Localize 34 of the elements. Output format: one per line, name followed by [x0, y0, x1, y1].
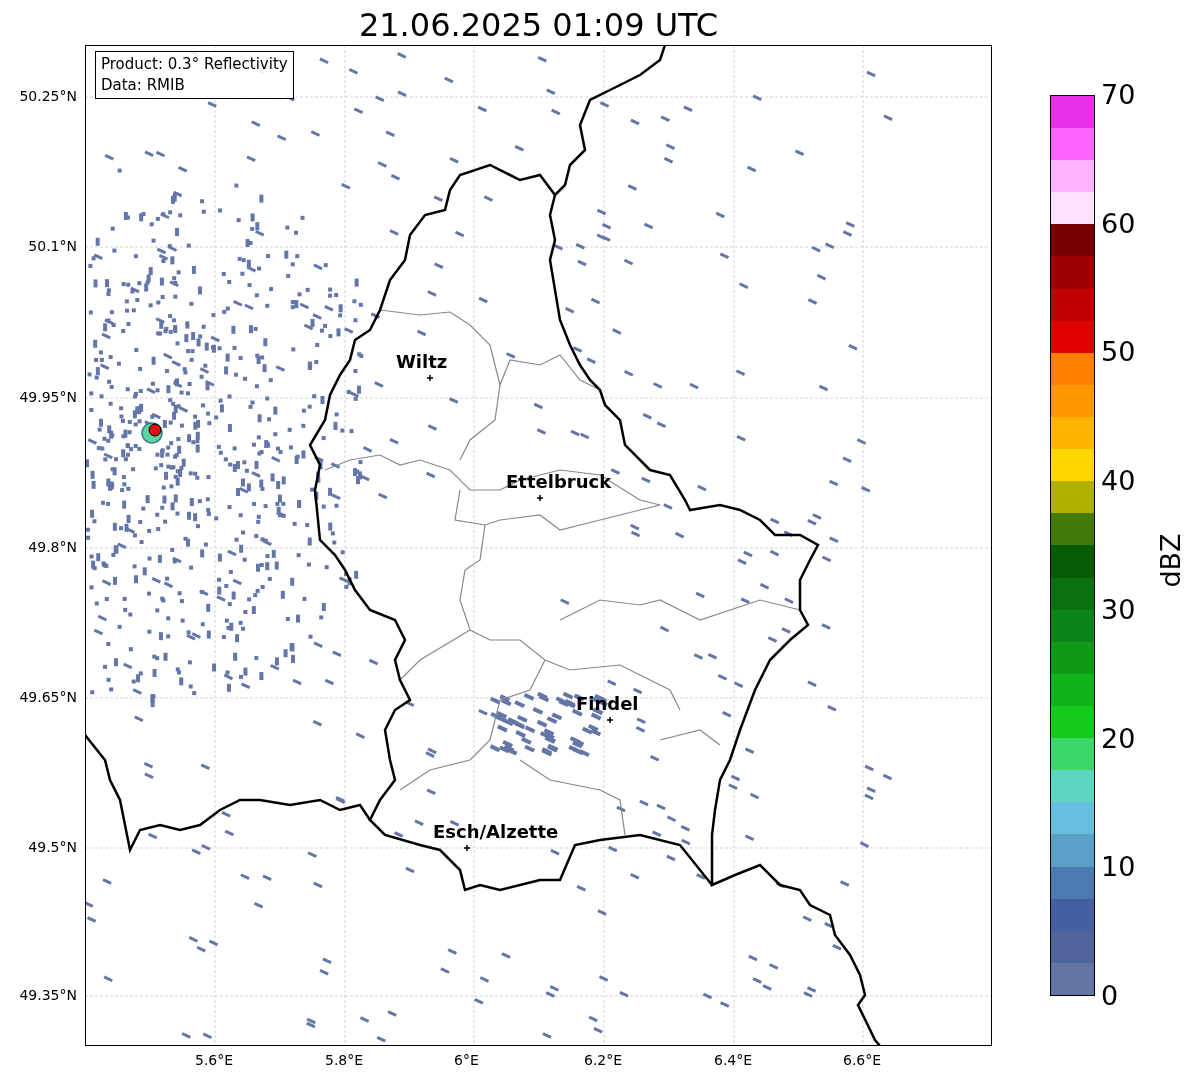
legend-text: Data: RMIB	[101, 75, 186, 96]
longitude-label: 5.6°E	[195, 1052, 234, 1068]
longitude-label: 6.6°E	[843, 1052, 882, 1068]
scale-tick-label: 60	[1101, 209, 1136, 237]
scale-unit-label: dBZ	[1154, 533, 1184, 588]
latitude-label: 50.25°N	[19, 88, 77, 104]
scale-tick-label: 10	[1101, 853, 1136, 881]
chart-title: 21.06.2025 01:09 UTC	[358, 9, 719, 45]
latitude-label: 49.35°N	[19, 987, 77, 1003]
city-label: Ettelbruck	[506, 471, 612, 492]
city-label: Findel	[576, 693, 639, 714]
radar-site-icon	[141, 422, 163, 444]
city-marker-icon	[606, 716, 614, 724]
city-label: Wiltz	[396, 351, 448, 372]
scale-tick-label: 70	[1101, 81, 1136, 108]
latitude-label: 49.5°N	[28, 839, 77, 855]
scale-tick-label: 30	[1101, 595, 1136, 623]
scale-tick-label: 40	[1101, 467, 1136, 495]
longitude-label: 5.8°E	[325, 1052, 364, 1068]
city-marker-icon	[536, 494, 544, 502]
longitude-label: 6.4°E	[714, 1052, 753, 1068]
city-label: Esch/Alzette	[433, 821, 559, 842]
city-marker-icon	[463, 844, 471, 852]
latitude-label: 49.8°N	[28, 539, 77, 555]
legend-text: Product: 0.3° Reflectivity	[101, 54, 288, 75]
scale-tick-label: 20	[1101, 724, 1136, 752]
scale-tick-label: 0	[1101, 982, 1119, 1009]
latitude-label: 49.95°N	[19, 389, 77, 405]
scale-tick-label: 50	[1101, 338, 1136, 366]
longitude-label: 6.2°E	[584, 1052, 623, 1068]
city-marker-icon	[426, 374, 434, 382]
longitude-label: 6°E	[454, 1052, 479, 1068]
latitude-label: 49.65°N	[19, 689, 77, 705]
latitude-label: 50.1°N	[28, 238, 77, 254]
